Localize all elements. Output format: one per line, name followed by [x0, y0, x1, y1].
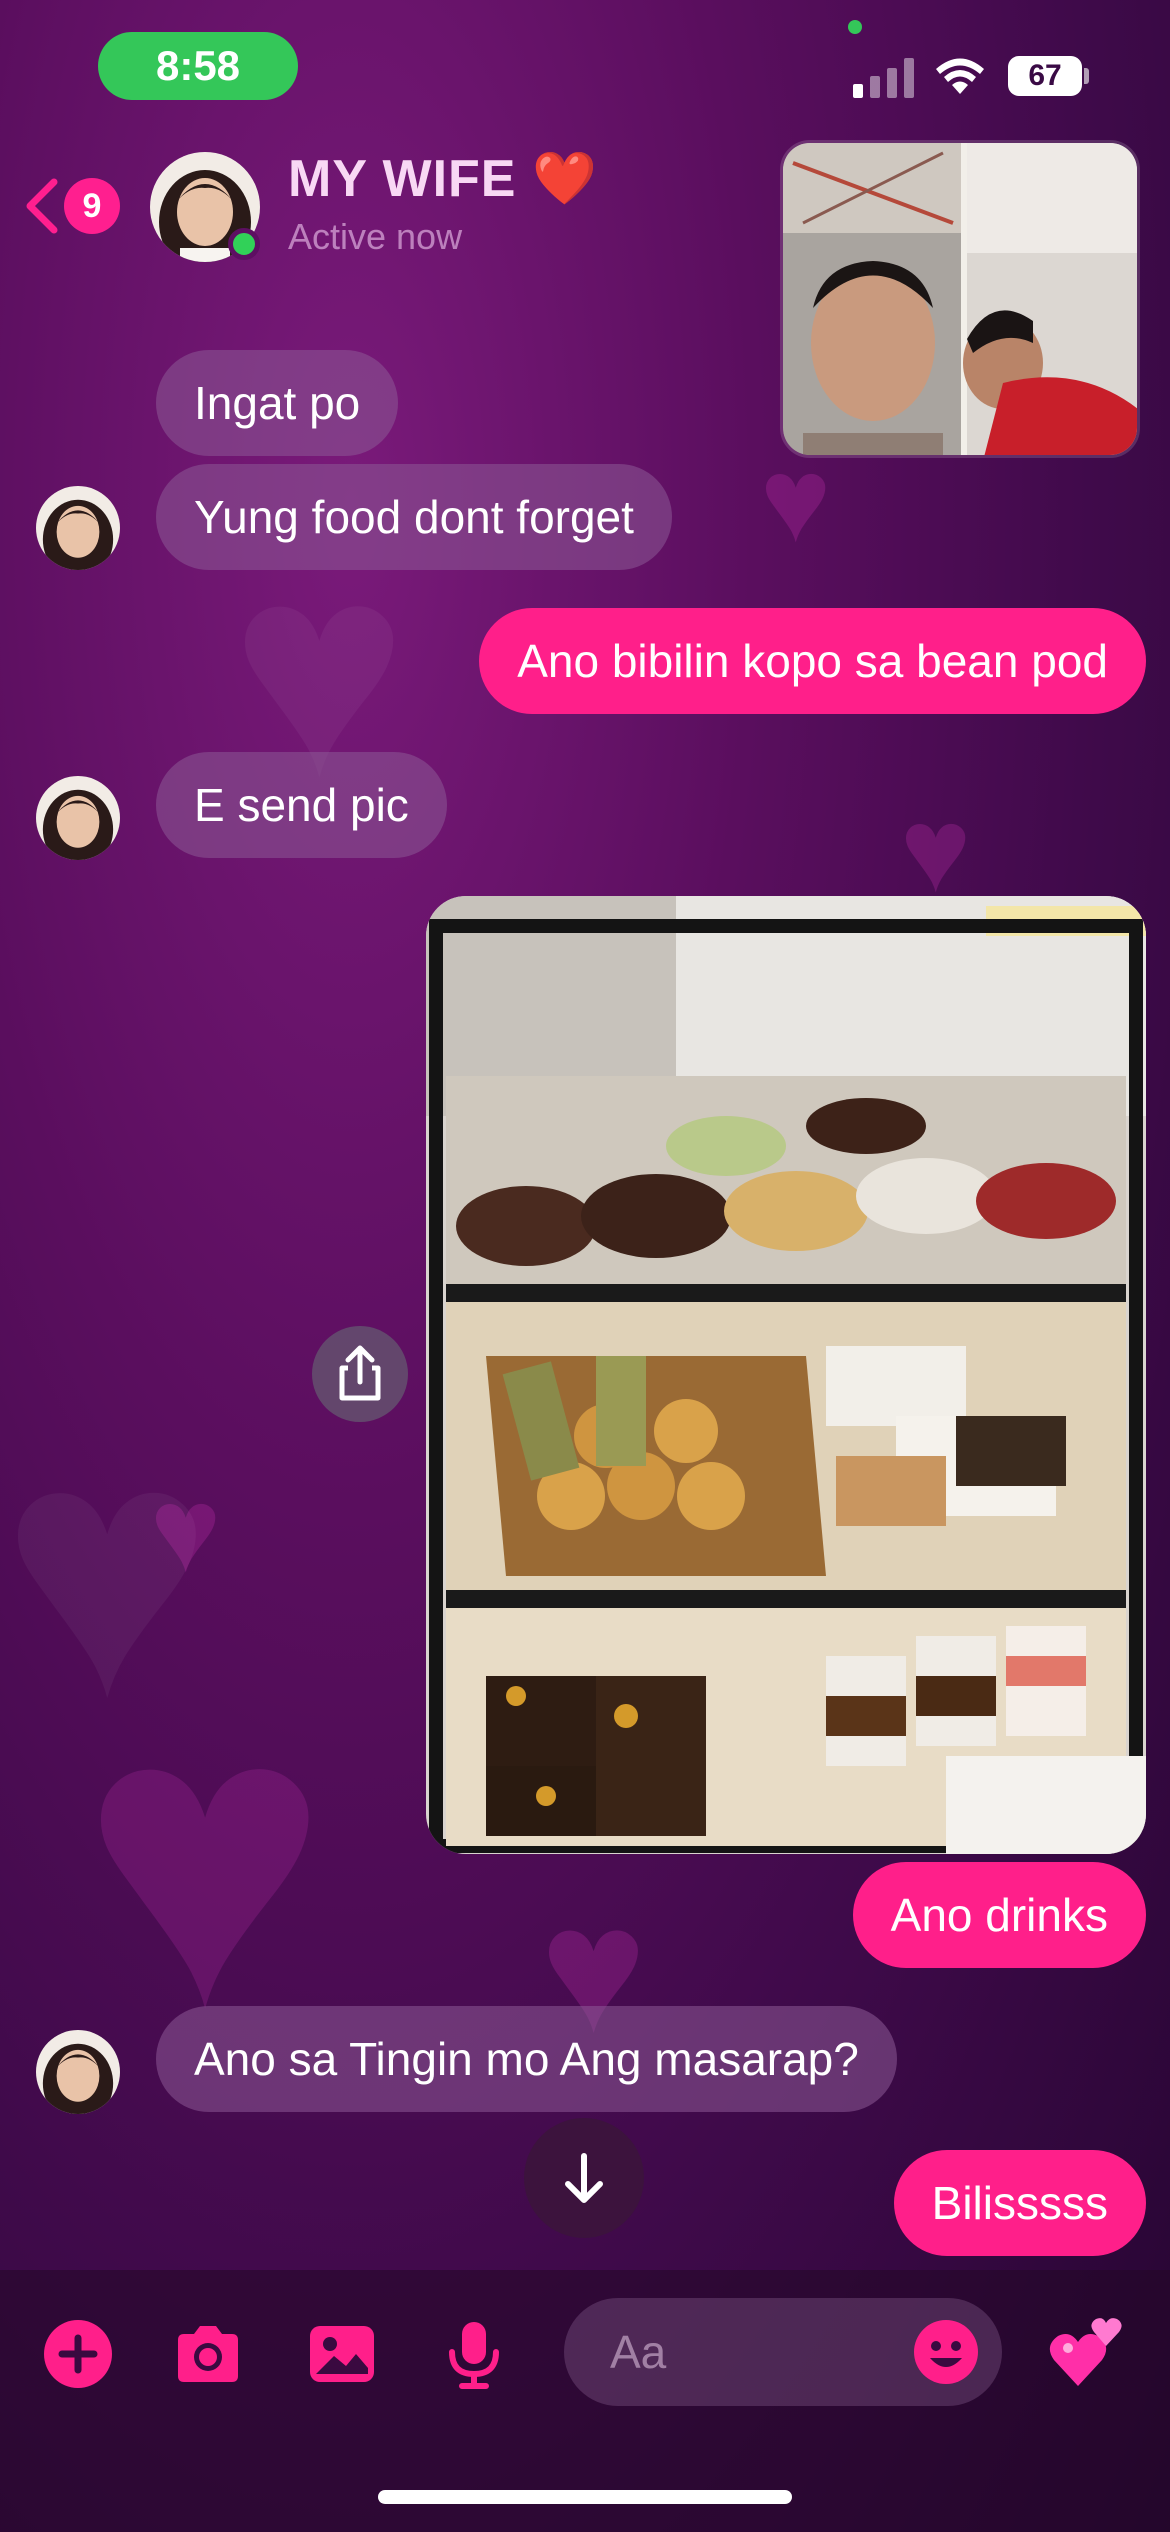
battery-icon: 67: [1008, 56, 1082, 96]
heart-emoji: ❤️: [531, 150, 598, 208]
chevron-left-icon: [26, 178, 58, 234]
share-button[interactable]: [312, 1326, 408, 1422]
scroll-to-bottom-button[interactable]: [524, 2118, 644, 2238]
unread-count-badge: 9: [64, 178, 120, 234]
background-heart: ♥: [150, 1463, 222, 1597]
back-button[interactable]: 9: [22, 170, 132, 240]
contact-avatar-small: [36, 2030, 120, 2114]
incoming-message[interactable]: Ingat po: [156, 350, 399, 456]
gallery-icon: [310, 2326, 374, 2382]
battery-cap: [1084, 68, 1089, 84]
incoming-message[interactable]: Ano sa Tingin mo Ang masarap?: [156, 2006, 897, 2112]
background-heart: ♥: [0, 1369, 214, 1771]
voice-button[interactable]: [438, 2318, 510, 2390]
camera-icon: [178, 2326, 238, 2382]
incoming-message[interactable]: E send pic: [156, 752, 447, 858]
contact-name[interactable]: MY WIFE ❤️: [288, 148, 598, 209]
message-input-placeholder: Aa: [610, 2326, 667, 2378]
online-indicator: [228, 228, 260, 260]
gallery-button[interactable]: [306, 2318, 378, 2390]
add-button[interactable]: [42, 2318, 114, 2390]
photo-message[interactable]: [426, 896, 1146, 1854]
contact-status: Active now: [288, 216, 463, 257]
arrow-down-icon: [565, 2153, 603, 2203]
wifi-icon: [936, 58, 984, 94]
hearts-icon: [1049, 2318, 1122, 2386]
emoji-icon[interactable]: [912, 2318, 980, 2386]
cellular-signal-icon: [853, 58, 914, 98]
outgoing-message[interactable]: Bilisssss: [893, 2150, 1146, 2256]
home-indicator[interactable]: [378, 2490, 792, 2504]
camera-button[interactable]: [172, 2318, 244, 2390]
privacy-indicator-dot: [848, 20, 862, 34]
share-icon: [339, 1345, 381, 1401]
background-heart: ♥: [900, 783, 972, 917]
contact-avatar-small: [36, 486, 120, 570]
status-time: 8:58: [98, 32, 298, 100]
incoming-message[interactable]: Yung food dont forget: [156, 464, 672, 570]
video-call-preview[interactable]: [780, 140, 1140, 458]
message-input[interactable]: Aa: [564, 2298, 1002, 2406]
outgoing-message[interactable]: Ano drinks: [852, 1862, 1146, 1968]
add-icon: [44, 2320, 112, 2388]
outgoing-message[interactable]: Ano bibilin kopo sa bean pod: [479, 608, 1146, 714]
microphone-icon: [449, 2322, 499, 2389]
background-heart: ♥: [760, 433, 832, 567]
hearts-reaction-button[interactable]: [1048, 2312, 1128, 2392]
contact-avatar-small: [36, 776, 120, 860]
